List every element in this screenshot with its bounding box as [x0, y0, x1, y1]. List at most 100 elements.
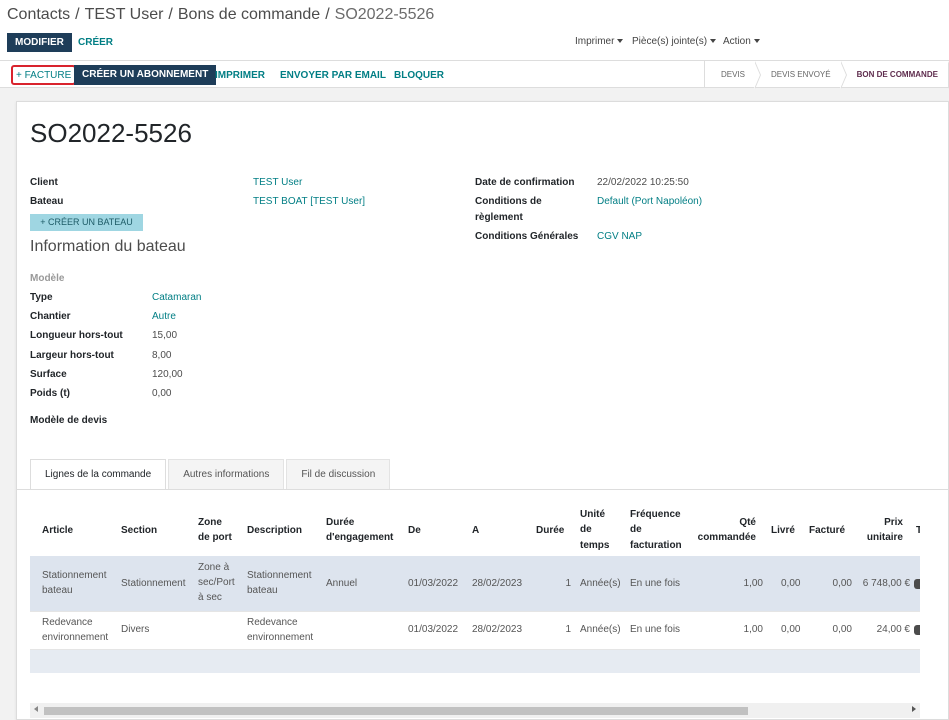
header-freq-2[interactable]: de: [630, 522, 642, 537]
tab-order-lines[interactable]: Lignes de la commande: [30, 459, 167, 490]
header-section[interactable]: Section: [121, 523, 157, 538]
print-dropdown[interactable]: Imprimer: [575, 36, 624, 47]
header-taxes[interactable]: T: [916, 523, 920, 538]
cell-description[interactable]: Stationnement: [247, 568, 312, 583]
horizontal-scrollbar[interactable]: [30, 703, 920, 718]
header-unite-1[interactable]: Unité: [580, 507, 605, 522]
header-zone-1[interactable]: Zone: [198, 515, 222, 530]
breadcrumb-bons-de-commande[interactable]: Bons de commande: [178, 6, 320, 23]
table-row-empty[interactable]: [30, 649, 920, 673]
step-label: DEVIS: [721, 70, 746, 79]
cell-article[interactable]: Redevance: [42, 615, 93, 630]
cell-engagement[interactable]: Annuel: [326, 576, 357, 591]
header-unite-2[interactable]: de: [580, 522, 592, 537]
cell-unite[interactable]: Année(s): [580, 576, 621, 591]
cell-price[interactable]: 24,00 €: [850, 622, 910, 637]
send-email-button[interactable]: ENVOYER PAR EMAIL: [280, 66, 386, 85]
header-de[interactable]: De: [408, 523, 421, 538]
block-button[interactable]: BLOQUER: [394, 66, 444, 85]
header-qty-2[interactable]: commandée: [680, 530, 756, 545]
breadcrumb-current: SO2022-5526: [334, 6, 435, 23]
scroll-left-icon[interactable]: [34, 706, 38, 712]
header-duree[interactable]: Durée: [536, 523, 564, 538]
cell-delivered[interactable]: 0,00: [781, 622, 800, 637]
header-zone-2[interactable]: de port: [198, 530, 232, 545]
client-link[interactable]: TEST User: [253, 177, 302, 188]
tax-tag-icon: [914, 579, 920, 589]
cell-duree[interactable]: 1: [530, 622, 571, 637]
breadcrumb-test-user[interactable]: TEST User: [85, 6, 164, 23]
create-subscription-button[interactable]: CRÉER UN ABONNEMENT: [74, 65, 217, 85]
general-conditions-link[interactable]: CGV NAP: [597, 231, 642, 242]
surface-value: 120,00: [152, 369, 183, 380]
print-button[interactable]: IMPRIMER: [215, 66, 265, 85]
cell-delivered[interactable]: 0,00: [781, 576, 800, 591]
cell-zone[interactable]: sec/Port: [198, 575, 235, 590]
tab-discussion[interactable]: Fil de discussion: [286, 459, 391, 490]
cell-de[interactable]: 01/03/2022: [408, 576, 458, 591]
cell-freq[interactable]: En une fois: [630, 576, 680, 591]
header-engagement-1[interactable]: Durée: [326, 515, 354, 530]
edit-button[interactable]: MODIFIER: [7, 33, 72, 52]
cell-article[interactable]: environnement: [42, 630, 108, 645]
payment-terms-label-line2: règlement: [475, 212, 523, 223]
cell-zone[interactable]: à sec: [198, 590, 222, 605]
model-label: Modèle: [30, 273, 65, 284]
breadcrumb-separator: /: [325, 6, 330, 23]
cell-price[interactable]: 6 748,00 €: [850, 576, 910, 591]
cell-article[interactable]: Stationnement: [42, 568, 107, 583]
cell-section[interactable]: Divers: [121, 622, 149, 637]
create-button[interactable]: CRÉER: [78, 33, 113, 52]
cell-zone[interactable]: Zone à: [198, 560, 229, 575]
cell-description[interactable]: environnement: [247, 630, 313, 645]
cell-freq[interactable]: En une fois: [630, 622, 680, 637]
cell-qty[interactable]: 1,00: [680, 622, 763, 637]
step-devis-envoye[interactable]: DEVIS ENVOYÉ: [755, 61, 847, 89]
cell-description[interactable]: Redevance: [247, 615, 298, 630]
step-bon-de-commande[interactable]: BON DE COMMANDE: [841, 61, 949, 89]
action-dropdown[interactable]: Action: [723, 36, 760, 47]
invoice-button[interactable]: + FACTURE: [11, 65, 77, 85]
scroll-right-icon[interactable]: [912, 706, 916, 712]
header-freq-1[interactable]: Fréquence: [630, 507, 681, 522]
cell-duree[interactable]: 1: [530, 576, 571, 591]
header-delivered[interactable]: Livré: [771, 523, 795, 538]
cell-qty[interactable]: 1,00: [680, 576, 763, 591]
header-unite-3[interactable]: temps: [580, 538, 609, 553]
payment-terms-link[interactable]: Default (Port Napoléon): [597, 196, 702, 207]
create-boat-button[interactable]: + CRÉER UN BATEAU: [30, 214, 143, 231]
header-freq-3[interactable]: facturation: [630, 538, 682, 553]
header-a[interactable]: A: [472, 523, 479, 538]
header-article[interactable]: Article: [42, 523, 73, 538]
cell-invoiced[interactable]: 0,00: [820, 622, 852, 637]
boat-link[interactable]: TEST BOAT [TEST User]: [253, 196, 365, 207]
header-price-2[interactable]: unitaire: [850, 530, 903, 545]
cell-de[interactable]: 01/03/2022: [408, 622, 458, 637]
cell-unite[interactable]: Année(s): [580, 622, 621, 637]
boat-label: Bateau: [30, 196, 64, 207]
tab-other-info[interactable]: Autres informations: [168, 459, 285, 490]
breadcrumb-separator: /: [75, 6, 80, 23]
attachments-dropdown[interactable]: Pièce(s) jointe(s): [632, 36, 717, 47]
cell-a[interactable]: 28/02/2023: [472, 576, 522, 591]
cell-a[interactable]: 28/02/2023: [472, 622, 522, 637]
step-label: BON DE COMMANDE: [856, 70, 938, 79]
width-value: 8,00: [152, 350, 172, 361]
type-link[interactable]: Catamaran: [152, 292, 201, 303]
step-devis[interactable]: DEVIS: [704, 61, 762, 89]
yard-link[interactable]: Autre: [152, 311, 176, 322]
weight-label: Poids (t): [30, 388, 70, 399]
header-invoiced[interactable]: Facturé: [809, 523, 845, 538]
cell-section[interactable]: Stationnement: [121, 576, 186, 591]
weight-value: 0,00: [152, 388, 172, 399]
print-dropdown-label: Imprimer: [575, 36, 615, 47]
cell-article[interactable]: bateau: [42, 583, 73, 598]
header-engagement-2[interactable]: d'engagement: [326, 530, 393, 545]
header-description[interactable]: Description: [247, 523, 302, 538]
scrollbar-thumb[interactable]: [44, 707, 748, 715]
cell-invoiced[interactable]: 0,00: [820, 576, 852, 591]
header-price-1[interactable]: Prix: [850, 515, 903, 530]
cell-description[interactable]: bateau: [247, 583, 278, 598]
breadcrumb-contacts[interactable]: Contacts: [7, 6, 70, 23]
header-qty-1[interactable]: Qté: [680, 515, 756, 530]
